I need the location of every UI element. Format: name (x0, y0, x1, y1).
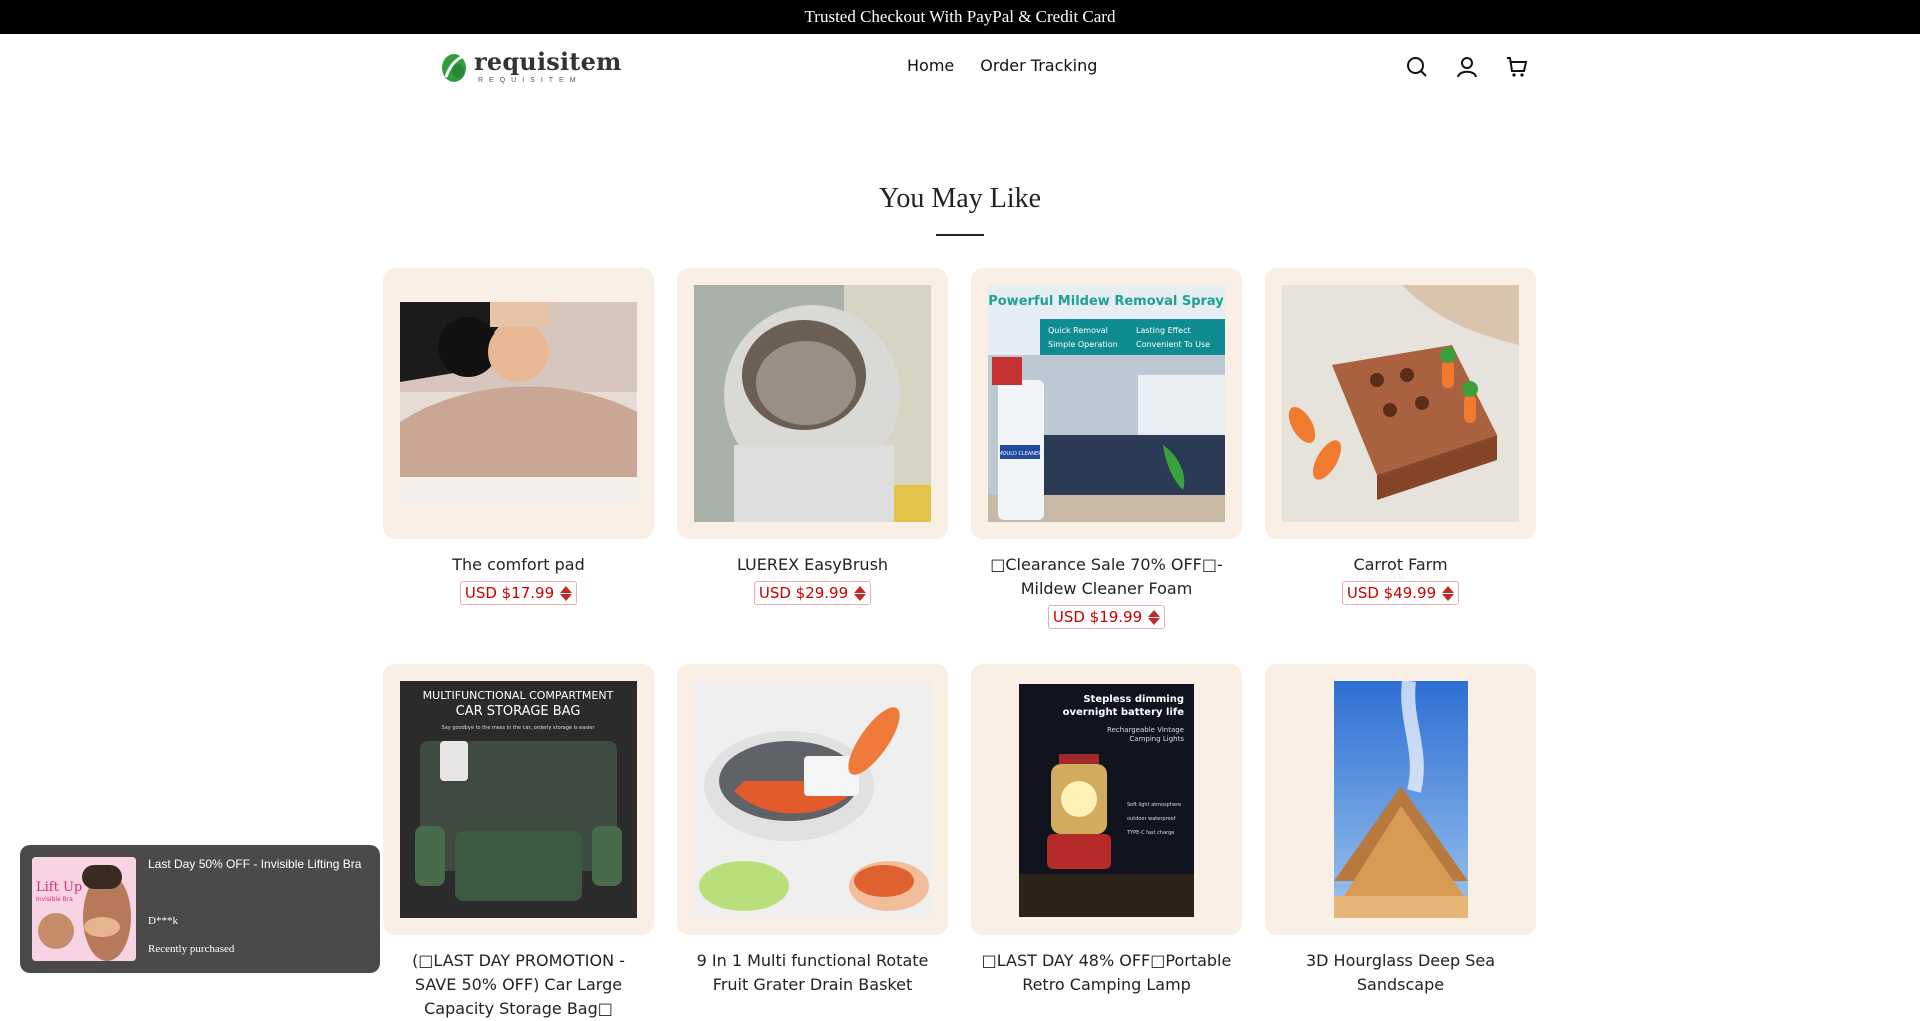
product-card[interactable]: Powerful Mildew Removal Spray Quick Remo… (971, 268, 1242, 629)
brand-name: requisitem (474, 47, 622, 76)
announcement-text: Trusted Checkout With PayPal & Credit Ca… (804, 7, 1116, 26)
popup-customer: D***k (148, 915, 178, 927)
price-text: USD $29.99 (758, 584, 849, 602)
product-card[interactable]: MULTIFUNCTIONAL COMPARTMENT CAR STORAGE … (383, 664, 654, 1021)
product-card[interactable]: 9 In 1 Multi functional Rotate Fruit Gra… (677, 664, 948, 997)
product-title[interactable]: □Clearance Sale 70% OFF□-Mildew Cleaner … (971, 553, 1242, 601)
main-nav: Home Order Tracking (907, 56, 1097, 75)
grater-basket-image (694, 681, 931, 918)
car-storage-bag-image: MULTIFUNCTIONAL COMPARTMENT CAR STORAGE … (400, 681, 637, 918)
leaf-logo-icon (442, 54, 466, 82)
svg-text:Lasting Effect: Lasting Effect (1136, 326, 1191, 335)
product-title[interactable]: LUEREX EasyBrush (677, 553, 948, 577)
product-price[interactable]: USD $29.99 (753, 581, 872, 605)
sort-arrows-icon (1442, 585, 1455, 601)
svg-text:MOULD CLEANER: MOULD CLEANER (998, 451, 1042, 457)
product-price[interactable]: USD $49.99 (1341, 581, 1460, 605)
product-title[interactable]: 3D Hourglass Deep Sea Sandscape (1265, 949, 1536, 997)
product-card[interactable]: The comfort pad USD $17.99 (383, 268, 654, 605)
product-card[interactable]: LUEREX EasyBrush USD $29.99 (677, 268, 948, 605)
section-title: You May Like (878, 183, 1042, 214)
product-image[interactable] (383, 268, 654, 539)
sort-arrows-icon (1148, 609, 1161, 625)
svg-text:Soft light atmosphere: Soft light atmosphere (1127, 802, 1181, 808)
easybrush-image (694, 285, 931, 522)
price-text: USD $49.99 (1346, 584, 1437, 602)
svg-text:Quick Removal: Quick Removal (1048, 326, 1108, 335)
cart-icon[interactable] (1504, 54, 1530, 80)
product-title[interactable]: Carrot Farm (1265, 553, 1536, 577)
product-image[interactable] (677, 268, 948, 539)
account-icon[interactable] (1454, 54, 1480, 80)
product-title[interactable]: The comfort pad (383, 553, 654, 577)
product-card[interactable]: Stepless dimming overnight battery life … (971, 664, 1242, 997)
popup-product-image: Lift Up Invisible Bra (32, 857, 136, 961)
svg-text:TYPE-C fast charge: TYPE-C fast charge (1126, 830, 1174, 836)
product-title[interactable]: (□LAST DAY PROMOTION - SAVE 50% OFF) Car… (383, 949, 654, 1021)
header-icons (1404, 54, 1530, 80)
nav-order-tracking[interactable]: Order Tracking (980, 56, 1097, 75)
nav-home[interactable]: Home (907, 56, 954, 75)
brand-tagline: REQUISITEM (478, 77, 582, 84)
svg-text:Say goodbye to the mess in the: Say goodbye to the mess in the car, orde… (442, 725, 596, 731)
sandscape-image (1334, 681, 1468, 918)
svg-text:outdoor waterproof: outdoor waterproof (1127, 816, 1176, 822)
product-image[interactable] (1265, 664, 1536, 935)
price-text: USD $17.99 (464, 584, 555, 602)
product-image[interactable] (677, 664, 948, 935)
svg-text:Stepless dimming: Stepless dimming (1083, 694, 1184, 705)
price-text: USD $19.99 (1052, 608, 1143, 626)
product-price[interactable]: USD $19.99 (1047, 605, 1166, 629)
popup-title[interactable]: Last Day 50% OFF - Invisible Lifting Bra (148, 857, 361, 871)
product-image[interactable]: MULTIFUNCTIONAL COMPARTMENT CAR STORAGE … (383, 664, 654, 935)
svg-text:Invisible Bra: Invisible Bra (36, 896, 73, 903)
camping-lamp-image: Stepless dimming overnight battery life … (1019, 684, 1194, 917)
svg-text:Simple Operation: Simple Operation (1048, 340, 1118, 349)
product-card[interactable]: 3D Hourglass Deep Sea Sandscape (1265, 664, 1536, 997)
search-icon[interactable] (1404, 54, 1430, 80)
product-image[interactable]: Powerful Mildew Removal Spray Quick Remo… (971, 268, 1242, 539)
product-image[interactable] (1265, 268, 1536, 539)
brand-logo[interactable]: requisitem REQUISITEM (440, 50, 622, 84)
svg-text:Rechargeable Vintage: Rechargeable Vintage (1107, 726, 1184, 734)
mildew-spray-image: Powerful Mildew Removal Spray Quick Remo… (988, 285, 1225, 522)
product-title[interactable]: □LAST DAY 48% OFF□Portable Retro Camping… (971, 949, 1242, 997)
sort-arrows-icon (560, 585, 573, 601)
comfort-pad-image (400, 302, 637, 504)
title-underline (936, 234, 984, 236)
site-header: requisitem REQUISITEM Home Order Trackin… (0, 34, 1920, 100)
product-title[interactable]: 9 In 1 Multi functional Rotate Fruit Gra… (677, 949, 948, 997)
svg-text:overnight battery life: overnight battery life (1063, 707, 1185, 718)
popup-status: Recently purchased (148, 943, 235, 955)
svg-text:Lift Up: Lift Up (36, 880, 82, 895)
svg-text:MULTIFUNCTIONAL COMPARTMENT: MULTIFUNCTIONAL COMPARTMENT (423, 689, 614, 702)
svg-text:Camping Lights: Camping Lights (1129, 735, 1184, 743)
svg-text:Convenient To Use: Convenient To Use (1136, 340, 1210, 349)
product-price[interactable]: USD $17.99 (459, 581, 578, 605)
carrot-farm-image (1282, 285, 1519, 522)
recent-purchase-popup[interactable]: Lift Up Invisible Bra Last Day 50% OFF -… (20, 845, 380, 973)
announcement-bar: Trusted Checkout With PayPal & Credit Ca… (0, 0, 1920, 34)
product-card[interactable]: Carrot Farm USD $49.99 (1265, 268, 1536, 605)
svg-text:CAR STORAGE BAG: CAR STORAGE BAG (456, 704, 581, 719)
product-image[interactable]: Stepless dimming overnight battery life … (971, 664, 1242, 935)
svg-text:Powerful Mildew Removal Spray: Powerful Mildew Removal Spray (988, 294, 1224, 309)
sort-arrows-icon (854, 585, 867, 601)
